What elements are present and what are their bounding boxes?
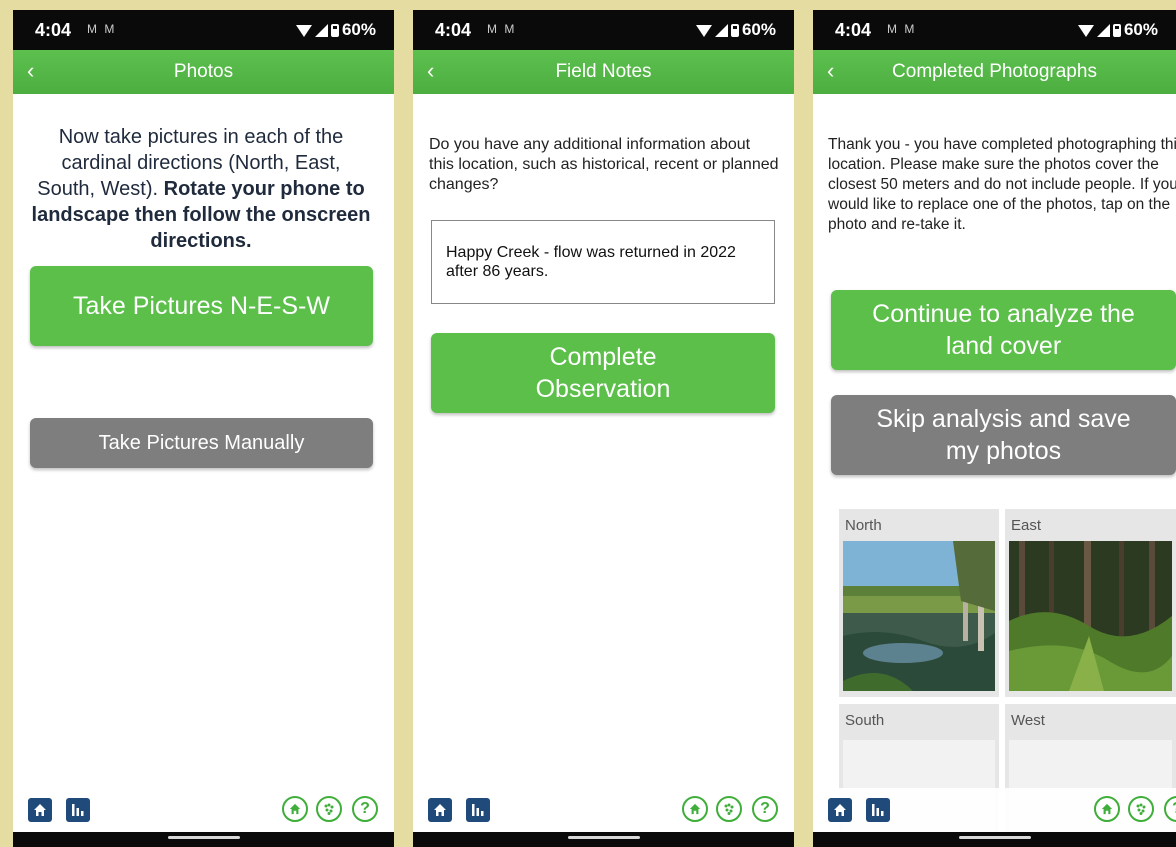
tile-label-south: South	[845, 712, 885, 729]
status-time: 4:04	[835, 20, 872, 40]
status-time: 4:04	[435, 20, 472, 40]
signal-icon	[314, 23, 328, 37]
page-title: Completed Photographs	[892, 61, 1097, 82]
home-gesture-pill[interactable]	[567, 836, 640, 839]
battery-percent: 60%	[341, 20, 376, 39]
grid-circle-icon[interactable]	[716, 796, 742, 822]
home-circle-icon[interactable]	[682, 796, 708, 822]
photo-tile-north[interactable]: North	[839, 509, 999, 697]
skip-analysis-button[interactable]: Skip analysis and save my photos	[831, 395, 1176, 475]
help-circle-icon[interactable]: ?	[752, 796, 778, 822]
status-bar: 4:04 M M 60%	[13, 10, 394, 50]
bottom-toolbar: ?	[813, 788, 1176, 832]
status-indicators: 60%	[1077, 20, 1158, 40]
phone-screen-completed-photographs: 4:04 M M 60% ‹ Completed Photographs Tha…	[813, 10, 1176, 847]
battery-icon	[330, 23, 339, 37]
help-circle-icon[interactable]: ?	[1164, 796, 1176, 822]
bottom-toolbar: ?	[413, 788, 794, 832]
chart-square-icon[interactable]	[66, 798, 90, 822]
tile-label-east: East	[1011, 517, 1042, 534]
take-pictures-manually-button[interactable]: Take Pictures Manually	[30, 418, 373, 468]
continue-analyze-button[interactable]: Continue to analyze the land cover	[831, 290, 1176, 370]
take-pictures-nesw-button[interactable]: Take Pictures N-E-S-W	[30, 266, 373, 346]
app-bar: ‹ Field Notes	[413, 50, 794, 94]
home-circle-icon[interactable]	[282, 796, 308, 822]
status-time: 4:04	[35, 20, 72, 40]
field-notes-question: Do you have any additional information a…	[429, 136, 779, 193]
photos-instructions: Now take pictures in each of the cardina…	[31, 124, 371, 254]
photo-east-thumbnail[interactable]	[1009, 541, 1172, 691]
notification-icons: M M	[487, 22, 517, 36]
home-circle-icon[interactable]	[1094, 796, 1120, 822]
grid-circle-icon[interactable]	[1128, 796, 1154, 822]
system-nav-bar	[413, 832, 794, 847]
battery-icon	[1112, 23, 1121, 37]
battery-percent: 60%	[1123, 20, 1158, 39]
wifi-icon	[695, 25, 712, 37]
help-circle-icon[interactable]: ?	[352, 796, 378, 822]
field-notes-input[interactable]: Happy Creek - flow was returned in 2022 …	[431, 220, 775, 304]
battery-icon	[730, 23, 739, 37]
notification-icons: M M	[87, 22, 117, 36]
wifi-icon	[1077, 25, 1094, 37]
status-bar: 4:04 M M 60%	[813, 10, 1176, 50]
bottom-toolbar: ?	[13, 788, 394, 832]
home-square-icon[interactable]	[28, 798, 52, 822]
notification-icons: M M	[887, 22, 917, 36]
home-square-icon[interactable]	[828, 798, 852, 822]
status-bar: 4:04 M M 60%	[413, 10, 794, 50]
home-gesture-pill[interactable]	[958, 836, 1031, 839]
photo-tile-east[interactable]: East	[1005, 509, 1176, 697]
system-nav-bar	[13, 832, 394, 847]
chart-square-icon[interactable]	[466, 798, 490, 822]
photo-north-thumbnail[interactable]	[843, 541, 995, 691]
tile-label-north: North	[845, 517, 882, 534]
app-bar: ‹ Completed Photographs	[813, 50, 1176, 94]
signal-icon	[714, 23, 728, 37]
grid-circle-icon[interactable]	[316, 796, 342, 822]
status-indicators: 60%	[295, 20, 376, 40]
signal-icon	[1096, 23, 1110, 37]
wifi-icon	[295, 25, 312, 37]
battery-percent: 60%	[741, 20, 776, 39]
phone-screen-photos: 4:04 M M 60% ‹ Photos Now take pictures …	[13, 10, 394, 847]
page-title: Field Notes	[555, 61, 652, 82]
complete-observation-button[interactable]: Complete Observation	[431, 333, 775, 413]
tile-label-west: West	[1011, 712, 1045, 729]
system-nav-bar	[813, 832, 1176, 847]
chart-square-icon[interactable]	[866, 798, 890, 822]
app-bar: ‹ Photos	[13, 50, 394, 94]
home-gesture-pill[interactable]	[167, 836, 240, 839]
home-square-icon[interactable]	[428, 798, 452, 822]
status-indicators: 60%	[695, 20, 776, 40]
phone-screen-field-notes: 4:04 M M 60% ‹ Field Notes Do you have a…	[413, 10, 794, 847]
page-title: Photos	[173, 61, 234, 82]
completion-message: Thank you - you have completed photograp…	[828, 136, 1176, 233]
